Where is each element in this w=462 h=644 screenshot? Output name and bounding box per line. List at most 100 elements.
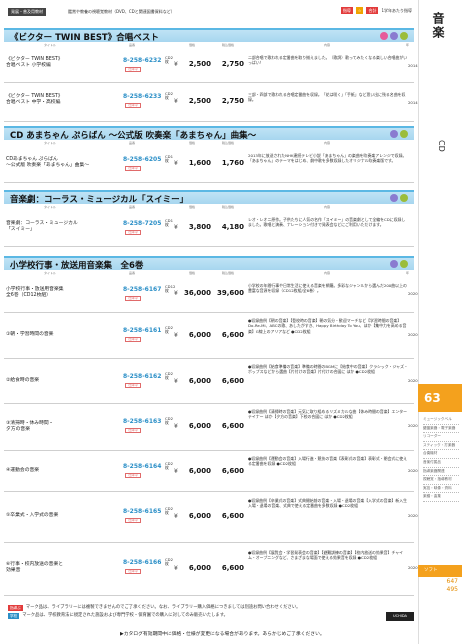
media-format: CD2枚 <box>165 461 173 471</box>
price-tax: 6,600 <box>221 377 244 385</box>
section-icons <box>390 194 408 202</box>
yen-mark: ¥ <box>174 160 178 167</box>
grade-icon <box>400 260 408 268</box>
sidebar-nav: ミュージックベル 鍵盤楽器・電子楽器 リコーダー スティック・打楽器 合奏機材 … <box>423 416 459 502</box>
release-year: 2020 <box>408 423 418 428</box>
product-description: ●収録曲例【朝の音楽】【登校時の音楽】朝の気分・歓迎マーチなど【学習時間の音楽】… <box>248 318 407 334</box>
stock-label: 在庫中 <box>125 296 141 301</box>
section-header: 《ビクター TWIN BEST》合唱ベスト <box>4 28 414 43</box>
product-row[interactable]: 音楽劇：コーラス・ミュージカル 「スイミー」 8-258-7205 在庫中 CD… <box>4 211 414 247</box>
release-year: 2020 <box>408 291 418 296</box>
product-row[interactable]: ③清掃時・休み時間・ 夕方の音楽 8-258-6163 在庫中 CD2枚 ¥ 6… <box>4 405 418 451</box>
footnote: 学校 マーク品は、学校教育法に規定された施設および専門学校・保育園での購入に対し… <box>8 612 413 620</box>
footnote-text: マーク品は、ライブラリーには複製できませんのでご了承ください。なお、ライブラリー… <box>25 605 301 610</box>
media-format: CD1枚 <box>165 154 173 164</box>
grade-icon <box>400 130 408 138</box>
sidebar-nav-item[interactable]: リコーダー <box>423 433 459 442</box>
product-code: 8-258-6205 <box>123 156 162 163</box>
product-row[interactable]: ⑥行事・校内放送の音楽と 効果音 8-258-6166 在庫中 CD2枚 ¥ 6… <box>4 544 418 596</box>
stock-label: 在庫中 <box>125 67 141 72</box>
price-tax: 6,600 <box>221 564 244 572</box>
audio-icon <box>390 130 398 138</box>
product-description: 小学校の年間行事や日常生活に使える音楽を網羅。多彩なジャンルから選んだ200曲以… <box>248 283 407 294</box>
grade-icon <box>400 32 408 40</box>
product-code: 8-258-6162 <box>123 373 162 380</box>
price-tax: 4,180 <box>221 223 244 231</box>
sidebar-nav-item[interactable]: 指導楽器関連 <box>423 468 459 477</box>
product-row[interactable]: ②給食時の音楽 8-258-6162 在庫中 CD2枚 ¥ 6,000 6,60… <box>4 360 418 404</box>
sidebar-nav-item[interactable]: 実技・映像・資料 <box>423 485 459 494</box>
page-references: 647 495 <box>436 578 458 594</box>
product-row[interactable]: CDあまちゃん ぷらばん 〜公式版 吹奏楽「あまちゃん」曲集〜 8-258-62… <box>4 147 414 183</box>
section-icons <box>390 130 408 138</box>
column-header: タイトル 品番 価格 税込価格 内容 <box>44 141 331 145</box>
column-header: タイトル 品番 価格 税込価格 内容 年 <box>44 43 410 47</box>
yen-mark: ¥ <box>174 290 178 297</box>
product-row[interactable]: 《ビクター TWIN BEST》 合唱ベスト 小学校編 8-258-6232 在… <box>4 49 418 83</box>
release-year: 2020 <box>408 332 418 337</box>
release-year: 2020 <box>408 513 418 518</box>
product-title: CDあまちゃん ぷらばん 〜公式版 吹奏楽「あまちゃん」曲集〜 <box>6 157 90 169</box>
product-row[interactable]: 《ビクター TWIN BEST》 合唱ベスト 中学・高校編 8-258-6233… <box>4 84 418 122</box>
sidebar-nav-item[interactable]: スティック・打楽器 <box>423 442 459 451</box>
legend: 指導 ☆ 合計 1学年あたり指導 <box>340 7 412 14</box>
stock-label: 在庫中 <box>125 166 141 171</box>
section-icons <box>390 260 408 268</box>
product-description: 2013年に放送されたNHK連続テレビ小説「あまちゃん」の楽曲を吹奏楽アレンジで… <box>248 153 407 164</box>
product-row[interactable]: ④運動会の音楽 8-258-6164 在庫中 CD2枚 ¥ 6,000 6,60… <box>4 452 418 492</box>
product-title: ⑤卒業式・入学式の音楽 <box>6 513 59 518</box>
price: 6,000 <box>188 377 211 385</box>
product-row[interactable]: ⑤卒業式・入学式の音楽 8-258-6165 在庫中 CD2枚 ¥ 6,000 … <box>4 493 418 543</box>
section-header: 小学校行事・放送用音楽集 全6巻 <box>4 256 414 271</box>
sidebar-nav-item[interactable]: 鍵盤楽器・電子楽器 <box>423 425 459 434</box>
product-title: ②給食時の音楽 <box>6 378 40 383</box>
sidebar-nav-item[interactable]: ミュージックベル <box>423 416 459 425</box>
product-title: 《ビクター TWIN BEST》 合唱ベスト 中学・高校編 <box>6 94 63 106</box>
product-code: 8-258-6233 <box>123 93 162 100</box>
product-description: ●収録曲例【給食準備の音楽】準備の時間のBGMに【給食中の音楽】クラシック・ジャ… <box>248 364 408 375</box>
price-change-notice: ▶カタログ有効期間中に価格・仕様が変更になる場合があります。あらかじめご了承くだ… <box>120 632 325 637</box>
yen-mark: ¥ <box>174 513 178 520</box>
product-code: 8-258-6166 <box>123 559 162 566</box>
sidebar-footer-tab: ソフト <box>418 565 462 577</box>
price-tax: 39,600 <box>216 289 244 297</box>
yen-mark: ¥ <box>174 224 178 231</box>
product-row[interactable]: 小学校行事・放送用音楽集 全6巻（CD12枚組） 8-258-6167 在庫中 … <box>4 277 418 313</box>
sidebar-nav-item[interactable]: 視聴覚・指導教材 <box>423 476 459 485</box>
audio-icon <box>390 32 398 40</box>
footnote-mark: 学校 <box>8 613 20 619</box>
sidebar-nav-item[interactable]: 合奏機材 <box>423 450 459 459</box>
stock-label: 在庫中 <box>125 383 141 388</box>
legend-text: 1学年あたり指導 <box>381 7 412 13</box>
sidebar-nav-item[interactable]: 音楽付属品 <box>423 459 459 468</box>
price-tax: 6,600 <box>221 512 244 520</box>
price: 1,600 <box>188 159 211 167</box>
product-code: 8-258-6163 <box>123 418 162 425</box>
price: 2,500 <box>188 60 211 68</box>
sidebar-nav-item[interactable]: 楽譜・曲集 <box>423 493 459 502</box>
media-format: CD2枚 <box>165 325 173 335</box>
column-header: タイトル 品番 価格 税込価格 内容 <box>44 205 331 209</box>
product-row[interactable]: ①朝・学習時間の音楽 8-258-6161 在庫中 CD2枚 ¥ 6,000 6… <box>4 314 418 359</box>
section-icons <box>380 32 408 40</box>
yen-mark: ¥ <box>174 98 178 105</box>
product-title: 《ビクター TWIN BEST》 合唱ベスト 小学校編 <box>6 57 63 69</box>
product-code: 8-258-6167 <box>123 286 162 293</box>
price: 3,800 <box>188 223 211 231</box>
catalog-section: 音楽劇：コーラス・ミュージカル「スイミー」 タイトル 品番 価格 税込価格 内容… <box>4 190 414 250</box>
column-header: タイトル 品番 価格 税込価格 内容 年 <box>44 271 410 275</box>
stock-label: 在庫中 <box>125 569 141 574</box>
stock-label: 在庫中 <box>125 428 141 433</box>
footnotes: 指導ぷ マーク品は、ライブラリーには複製できませんのでご了承ください。なお、ライ… <box>8 604 413 620</box>
stock-label: 在庫中 <box>125 337 141 342</box>
price-tax: 6,600 <box>221 331 244 339</box>
product-description: ●収録曲例【展覧会・学習発表会の音楽】【避難訓練の音楽】【校内放送の効果音】チャ… <box>248 550 404 561</box>
product-code: 8-258-6161 <box>123 327 162 334</box>
media-format: CD12枚 <box>165 284 176 294</box>
price: 6,000 <box>188 564 211 572</box>
price: 2,500 <box>188 97 211 105</box>
product-code: 8-258-6232 <box>123 57 162 64</box>
sidebar: 音楽 CD <box>418 0 462 644</box>
footnote-text: マーク品は、学校教育法に規定された施設および専門学校・保育園での購入に対してのみ… <box>22 613 228 618</box>
release-year: 2014 <box>408 63 418 68</box>
